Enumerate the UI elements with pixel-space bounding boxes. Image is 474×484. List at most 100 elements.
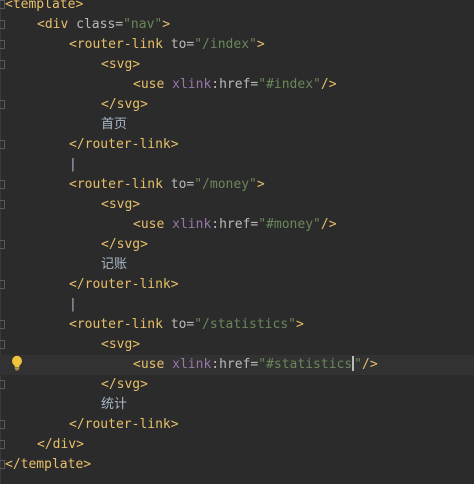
fold-marker-icon[interactable] bbox=[0, 240, 5, 249]
fold-marker-icon[interactable] bbox=[0, 140, 5, 149]
code-token: 统计 bbox=[101, 397, 128, 412]
code-line[interactable]: <svg> bbox=[0, 195, 474, 215]
code-token: "/statistics" bbox=[194, 317, 296, 332]
code-text: <router-link to="/statistics"> bbox=[69, 315, 304, 335]
code-token: /> bbox=[320, 77, 337, 92]
code-text: </div> bbox=[37, 435, 84, 455]
code-token: </div> bbox=[37, 437, 84, 452]
fold-marker-icon[interactable] bbox=[0, 40, 5, 49]
code-token: 首页 bbox=[101, 117, 128, 132]
code-token: "nav" bbox=[123, 17, 163, 32]
code-text: <template> bbox=[5, 0, 83, 15]
code-line[interactable]: <router-link to="/statistics"> bbox=[0, 315, 474, 335]
code-line[interactable]: <use xlink:href="#money"/> bbox=[0, 215, 474, 235]
code-line[interactable]: <use xlink:href="#statistics "/> bbox=[0, 355, 474, 375]
code-line[interactable]: | bbox=[0, 155, 474, 175]
code-line[interactable]: </svg> bbox=[0, 235, 474, 255]
code-token: </router-link> bbox=[69, 137, 179, 152]
code-text: <svg> bbox=[101, 335, 140, 355]
code-line[interactable]: </div> bbox=[0, 435, 474, 455]
code-editor[interactable]: <template> <div class="nav"> <router-link … bbox=[0, 0, 474, 484]
code-line[interactable]: <svg> bbox=[0, 55, 474, 75]
code-line[interactable]: <template> bbox=[0, 0, 474, 15]
code-text: </svg> bbox=[101, 235, 148, 255]
code-line[interactable]: 记账 bbox=[0, 255, 474, 275]
fold-marker-icon[interactable] bbox=[0, 340, 5, 349]
code-token: :href= bbox=[211, 77, 259, 92]
code-text: </template> bbox=[5, 455, 91, 475]
code-token: <router-link bbox=[69, 37, 171, 52]
code-text: </router-link> bbox=[69, 415, 179, 435]
code-token: | bbox=[69, 297, 77, 312]
code-token: to= bbox=[170, 317, 195, 332]
code-token: "#index" bbox=[258, 77, 321, 92]
code-token: /> bbox=[320, 217, 337, 232]
code-line[interactable]: <router-link to="/money"> bbox=[0, 175, 474, 195]
fold-marker-icon[interactable] bbox=[0, 180, 5, 189]
code-text: <use xlink:href="#statistics "/> bbox=[133, 355, 378, 375]
code-token: <use bbox=[133, 217, 173, 232]
fold-marker-icon[interactable] bbox=[0, 440, 5, 449]
code-token: </router-link> bbox=[69, 417, 179, 432]
code-token: <svg> bbox=[101, 197, 141, 212]
code-token: </svg> bbox=[101, 97, 148, 112]
code-token: :href= bbox=[211, 217, 259, 232]
code-token: to= bbox=[170, 37, 195, 52]
code-text: | bbox=[69, 155, 77, 175]
code-text: <router-link to="/money"> bbox=[69, 175, 265, 195]
code-text: </router-link> bbox=[69, 135, 179, 155]
code-line[interactable]: <svg> bbox=[0, 335, 474, 355]
code-text: 首页 bbox=[101, 115, 127, 135]
fold-marker-icon[interactable] bbox=[0, 200, 5, 209]
code-token: > bbox=[295, 317, 304, 332]
code-token: <template> bbox=[5, 0, 84, 12]
code-line[interactable]: </router-link> bbox=[0, 135, 474, 155]
code-token: xlink bbox=[172, 217, 212, 232]
code-text: 统计 bbox=[101, 395, 127, 415]
code-token: /> bbox=[362, 357, 378, 372]
code-token: to= bbox=[170, 177, 195, 192]
fold-marker-icon[interactable] bbox=[0, 380, 5, 389]
code-token: "#statistics bbox=[258, 357, 353, 372]
code-token: :href= bbox=[211, 357, 259, 372]
code-line[interactable]: </svg> bbox=[0, 95, 474, 115]
fold-marker-icon[interactable] bbox=[0, 100, 5, 109]
code-line[interactable]: | bbox=[0, 295, 474, 315]
code-line[interactable]: </svg> bbox=[0, 375, 474, 395]
code-text: <div class="nav"> bbox=[37, 15, 170, 35]
code-text: </svg> bbox=[101, 375, 148, 395]
fold-marker-icon[interactable] bbox=[0, 20, 5, 29]
code-token: > bbox=[256, 37, 265, 52]
code-line[interactable]: </router-link> bbox=[0, 415, 474, 435]
code-line[interactable]: 首页 bbox=[0, 115, 474, 135]
code-line[interactable]: </template> bbox=[0, 455, 474, 475]
code-token: xlink bbox=[172, 77, 212, 92]
code-token: > bbox=[162, 17, 171, 32]
code-token: <svg> bbox=[101, 337, 141, 352]
code-text: </svg> bbox=[101, 95, 148, 115]
fold-marker-icon[interactable] bbox=[0, 280, 5, 289]
code-token: </svg> bbox=[101, 377, 148, 392]
code-token: <use bbox=[133, 357, 173, 372]
code-line[interactable]: <router-link to="/index"> bbox=[0, 35, 474, 55]
code-token: <router-link bbox=[69, 317, 171, 332]
code-token: </svg> bbox=[101, 237, 148, 252]
code-line[interactable]: </router-link> bbox=[0, 275, 474, 295]
fold-marker-icon[interactable] bbox=[0, 60, 5, 69]
code-token: </template> bbox=[5, 457, 92, 472]
code-line[interactable]: 统计 bbox=[0, 395, 474, 415]
code-token: class= bbox=[76, 17, 124, 32]
code-line[interactable]: <div class="nav"> bbox=[0, 15, 474, 35]
code-line[interactable]: <use xlink:href="#index"/> bbox=[0, 75, 474, 95]
code-text: <router-link to="/index"> bbox=[69, 35, 265, 55]
code-token: "/money" bbox=[194, 177, 257, 192]
code-text: <svg> bbox=[101, 55, 140, 75]
code-text: <use xlink:href="#money"/> bbox=[133, 215, 337, 235]
code-text: 记账 bbox=[101, 255, 127, 275]
fold-marker-icon[interactable] bbox=[0, 320, 5, 329]
code-token: > bbox=[256, 177, 265, 192]
code-token: <div bbox=[37, 17, 77, 32]
code-text: <use xlink:href="#index"/> bbox=[133, 75, 337, 95]
intention-bulb-icon[interactable] bbox=[11, 355, 23, 371]
fold-marker-icon[interactable] bbox=[0, 420, 5, 429]
